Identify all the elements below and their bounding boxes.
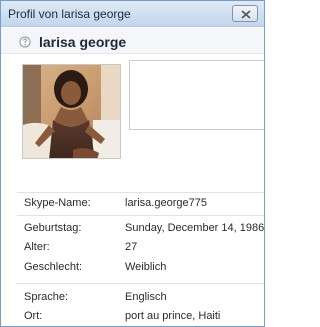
birthday-value: Sunday, December 14, 1986 xyxy=(125,222,265,234)
gender-value: Weiblich xyxy=(125,261,167,273)
close-button[interactable] xyxy=(232,5,258,22)
skype-name-value[interactable]: larisa.george775 xyxy=(125,197,207,209)
location-row: Ort: port au prince, Haiti xyxy=(1,308,264,326)
gender-row: Geschlecht: Weiblich xyxy=(1,259,264,277)
language-value: Englisch xyxy=(125,291,167,303)
age-label: Alter: xyxy=(24,241,50,253)
divider xyxy=(17,215,264,216)
profile-display-name: larisa george xyxy=(39,34,127,50)
age-value: 27 xyxy=(125,241,138,253)
language-label: Sprache: xyxy=(24,291,69,303)
window-title: Profil von larisa george xyxy=(8,7,131,21)
profile-header: larisa george xyxy=(1,28,264,54)
profile-window: Profil von larisa george larisa george S… xyxy=(0,0,265,327)
divider xyxy=(17,283,264,284)
divider xyxy=(17,192,264,193)
location-label: Ort: xyxy=(24,310,43,322)
language-row: Sprache: Englisch xyxy=(1,289,264,307)
avatar-image xyxy=(23,65,120,158)
close-icon xyxy=(241,10,251,19)
offline-status-icon xyxy=(19,36,31,48)
birthday-row: Geburtstag: Sunday, December 14, 1986 xyxy=(1,220,264,238)
gender-label: Geschlecht: xyxy=(24,261,83,273)
birthday-label: Geburtstag: xyxy=(24,222,82,234)
profile-photo[interactable] xyxy=(22,64,121,159)
title-bar[interactable]: Profil von larisa george xyxy=(1,1,264,27)
age-row: Alter: 27 xyxy=(1,239,264,257)
skype-name-row: Skype-Name: larisa.george775 xyxy=(1,195,264,213)
location-value: port au prince, Haiti xyxy=(125,310,221,322)
skype-name-label: Skype-Name: xyxy=(24,197,91,209)
mood-message-box xyxy=(129,60,264,130)
